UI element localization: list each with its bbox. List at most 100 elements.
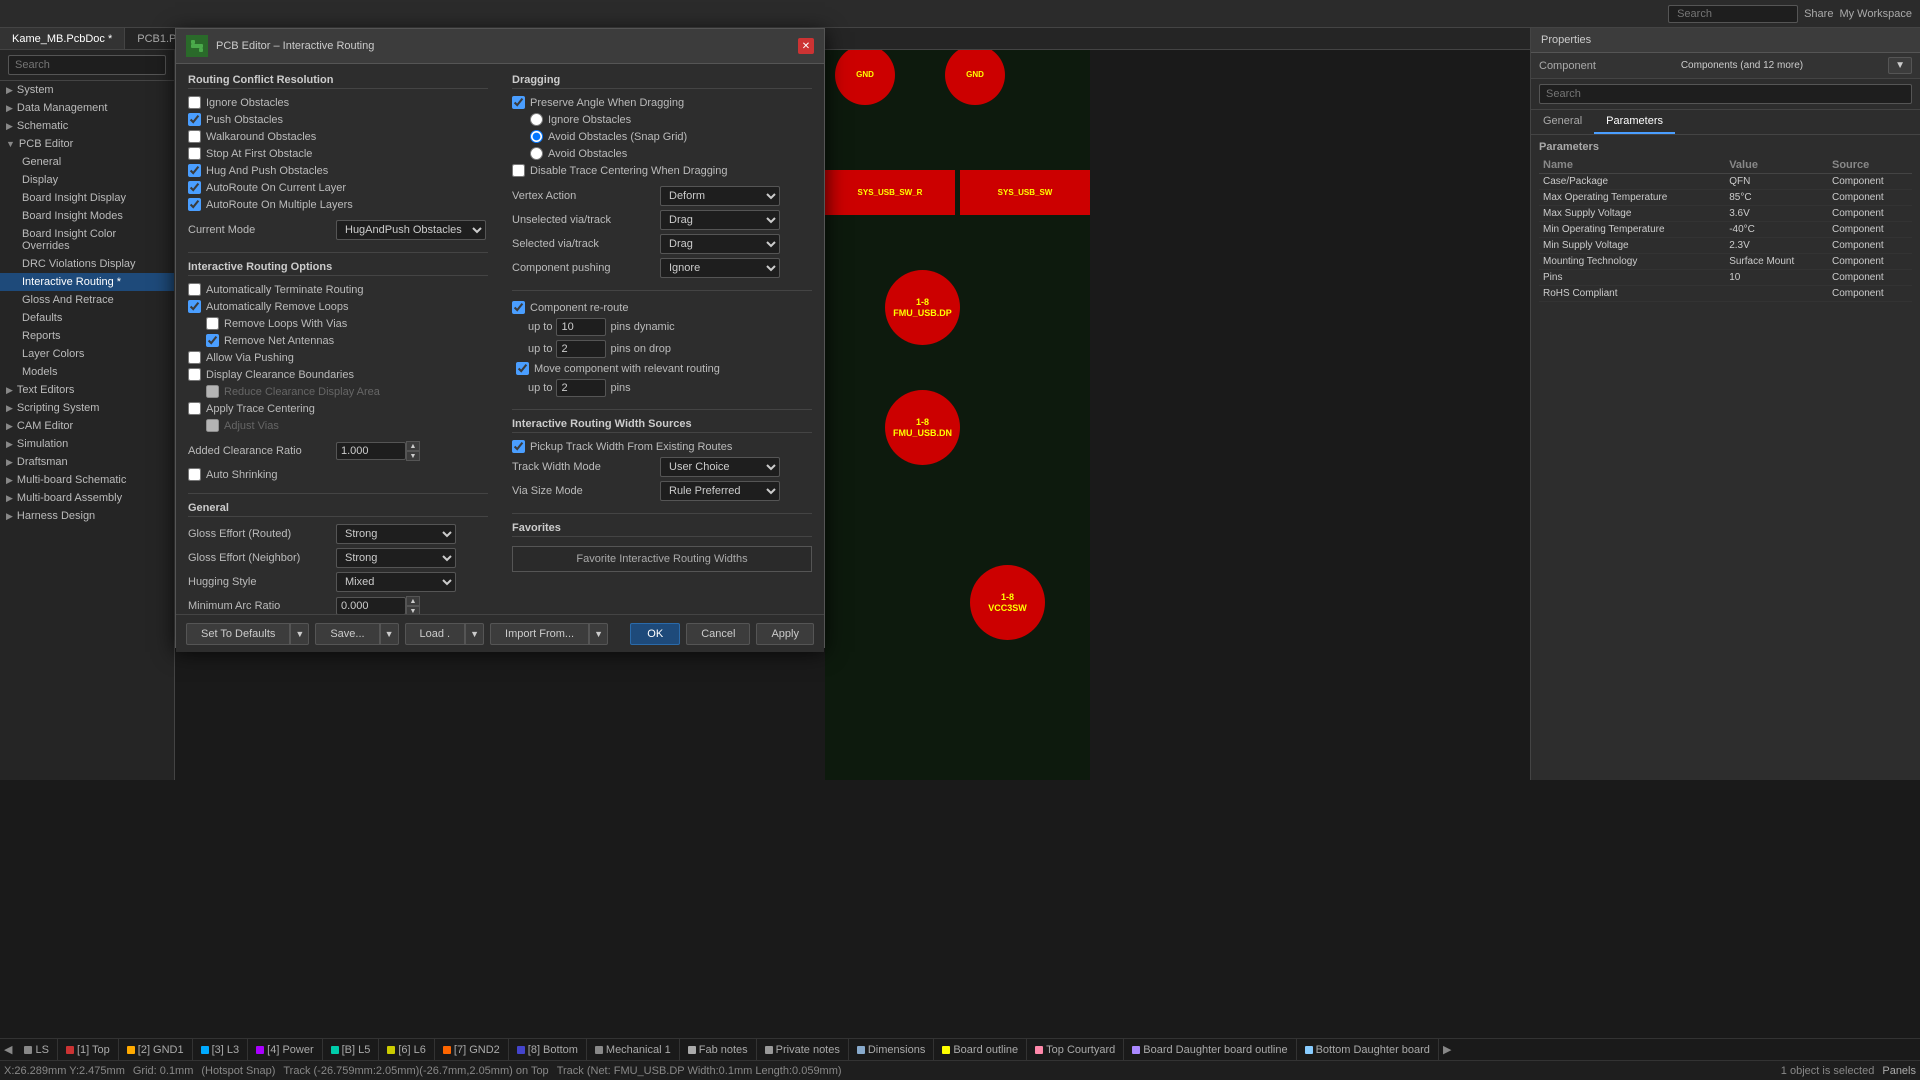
added-clearance-input[interactable]: 1.000	[336, 442, 406, 460]
checkbox-auto-shrinking[interactable]	[188, 468, 201, 481]
unselected-via-select[interactable]: Drag	[660, 210, 780, 230]
added-clearance-up[interactable]: ▲	[406, 441, 420, 451]
sidebar-item-schematic[interactable]: ▶ Schematic	[0, 117, 174, 135]
sidebar-item-interactive-routing[interactable]: Interactive Routing *	[0, 273, 174, 291]
checkbox-ignore-obstacles[interactable]	[188, 96, 201, 109]
layer-scroll-right[interactable]: ▶	[1439, 1043, 1455, 1056]
sidebar-item-display[interactable]: Display	[0, 171, 174, 189]
sidebar-item-defaults[interactable]: Defaults	[0, 309, 174, 327]
sidebar-item-cam-editor[interactable]: ▶ CAM Editor	[0, 417, 174, 435]
via-size-mode-select[interactable]: Rule Preferred	[660, 481, 780, 501]
hugging-style-select[interactable]: Mixed	[336, 572, 456, 592]
sidebar-item-data-mgmt[interactable]: ▶ Data Management	[0, 99, 174, 117]
sidebar-item-simulation[interactable]: ▶ Simulation	[0, 435, 174, 453]
layer-tab-[b]-l5[interactable]: [B] L5	[323, 1039, 380, 1060]
selected-via-select[interactable]: Drag	[660, 234, 780, 254]
min-arc-input[interactable]: 0.000	[336, 597, 406, 614]
sidebar-item-harness[interactable]: ▶ Harness Design	[0, 507, 174, 525]
checkbox-hug-push[interactable]	[188, 164, 201, 177]
sidebar-item-gloss-retrace[interactable]: Gloss And Retrace	[0, 291, 174, 309]
radio-drag-avoid[interactable]	[530, 147, 543, 160]
layer-scroll-left[interactable]: ◀	[0, 1043, 16, 1056]
layer-tab-bottom-daughter-board[interactable]: Bottom Daughter board	[1297, 1039, 1439, 1060]
ok-button[interactable]: OK	[630, 623, 680, 645]
set-defaults-button[interactable]: Set To Defaults	[186, 623, 290, 645]
checkbox-push-obstacles[interactable]	[188, 113, 201, 126]
sidebar-item-reports[interactable]: Reports	[0, 327, 174, 345]
layer-tab-[3]-l3[interactable]: [3] L3	[193, 1039, 249, 1060]
checkbox-component-reroute[interactable]	[512, 301, 525, 314]
layer-tab-[7]-gnd2[interactable]: [7] GND2	[435, 1039, 509, 1060]
radio-drag-ignore[interactable]	[530, 113, 543, 126]
sidebar-item-text-editors[interactable]: ▶ Text Editors	[0, 381, 174, 399]
checkbox-move-component[interactable]	[516, 362, 529, 375]
cancel-button[interactable]: Cancel	[686, 623, 750, 645]
checkbox-apply-trace[interactable]	[188, 402, 201, 415]
set-defaults-dropdown[interactable]: ▼	[290, 623, 309, 645]
tab-parameters[interactable]: Parameters	[1594, 110, 1675, 134]
sidebar-item-multiboard-asm[interactable]: ▶ Multi-board Assembly	[0, 489, 174, 507]
layer-tab-board-outline[interactable]: Board outline	[934, 1039, 1027, 1060]
save-dropdown[interactable]: ▼	[380, 623, 399, 645]
top-search-input[interactable]	[1668, 5, 1798, 23]
min-arc-down[interactable]: ▼	[406, 606, 420, 614]
checkbox-pickup-track[interactable]	[512, 440, 525, 453]
checkbox-remove-loops-vias[interactable]	[206, 317, 219, 330]
reroute-pins-1-input[interactable]	[556, 318, 606, 336]
checkbox-stop-first[interactable]	[188, 147, 201, 160]
properties-search-input[interactable]	[1539, 84, 1912, 104]
component-pushing-select[interactable]: Ignore	[660, 258, 780, 278]
sidebar-item-board-insight-display[interactable]: Board Insight Display	[0, 189, 174, 207]
radio-drag-avoid-snap[interactable]	[530, 130, 543, 143]
layer-tab-[8]-bottom[interactable]: [8] Bottom	[509, 1039, 587, 1060]
checkbox-auto-terminate[interactable]	[188, 283, 201, 296]
checkbox-autoroute-current[interactable]	[188, 181, 201, 194]
import-dropdown[interactable]: ▼	[589, 623, 608, 645]
sidebar-item-pcb-editor[interactable]: ▼ PCB Editor	[0, 135, 174, 153]
layer-tab-ls[interactable]: LS	[16, 1039, 57, 1060]
load-button[interactable]: Load .	[405, 623, 466, 645]
reroute-pins-3-input[interactable]	[556, 379, 606, 397]
sidebar-item-board-insight-modes[interactable]: Board Insight Modes	[0, 207, 174, 225]
layer-tab-[6]-l6[interactable]: [6] L6	[379, 1039, 435, 1060]
checkbox-remove-net-antennas[interactable]	[206, 334, 219, 347]
layer-tab-board-daughter-board-outline[interactable]: Board Daughter board outline	[1124, 1039, 1296, 1060]
layer-tab-top-courtyard[interactable]: Top Courtyard	[1027, 1039, 1124, 1060]
layer-tab-dimensions[interactable]: Dimensions	[849, 1039, 934, 1060]
save-button[interactable]: Save...	[315, 623, 379, 645]
layer-tab-mechanical-1[interactable]: Mechanical 1	[587, 1039, 680, 1060]
tab-kame[interactable]: Kame_MB.PcbDoc *	[0, 28, 125, 49]
sidebar-item-multiboard-sch[interactable]: ▶ Multi-board Schematic	[0, 471, 174, 489]
layer-tab-[2]-gnd1[interactable]: [2] GND1	[119, 1039, 193, 1060]
layer-tab-[1]-top[interactable]: [1] Top	[58, 1039, 119, 1060]
current-mode-select[interactable]: HugAndPush Obstacles	[336, 220, 486, 240]
checkbox-disable-trace-center[interactable]	[512, 164, 525, 177]
dialog-close-button[interactable]: ✕	[798, 38, 814, 54]
import-button[interactable]: Import From...	[490, 623, 589, 645]
checkbox-walkaround[interactable]	[188, 130, 201, 143]
sidebar-search-input[interactable]	[8, 55, 166, 75]
sidebar-item-models[interactable]: Models	[0, 363, 174, 381]
favorites-button[interactable]: Favorite Interactive Routing Widths	[512, 546, 812, 572]
checkbox-autoroute-multiple[interactable]	[188, 198, 201, 211]
tab-general[interactable]: General	[1531, 110, 1594, 134]
apply-button[interactable]: Apply	[756, 623, 814, 645]
layer-tab-[4]-power[interactable]: [4] Power	[248, 1039, 322, 1060]
sidebar-item-scripting[interactable]: ▶ Scripting System	[0, 399, 174, 417]
layer-tab-fab-notes[interactable]: Fab notes	[680, 1039, 757, 1060]
sidebar-item-layer-colors[interactable]: Layer Colors	[0, 345, 174, 363]
checkbox-display-clearance[interactable]	[188, 368, 201, 381]
sidebar-item-draftsman[interactable]: ▶ Draftsman	[0, 453, 174, 471]
checkbox-preserve-angle[interactable]	[512, 96, 525, 109]
gloss-routed-select[interactable]: Strong	[336, 524, 456, 544]
checkbox-auto-remove-loops[interactable]	[188, 300, 201, 313]
sidebar-item-system[interactable]: ▶ System	[0, 81, 174, 99]
sidebar-item-general[interactable]: General	[0, 153, 174, 171]
load-dropdown[interactable]: ▼	[465, 623, 484, 645]
reroute-pins-2-input[interactable]	[556, 340, 606, 358]
sidebar-item-drc-violations[interactable]: DRC Violations Display	[0, 255, 174, 273]
min-arc-up[interactable]: ▲	[406, 596, 420, 606]
sidebar-item-board-insight-color[interactable]: Board Insight Color Overrides	[0, 225, 174, 255]
gloss-neighbor-select[interactable]: Strong	[336, 548, 456, 568]
share-btn[interactable]: Share	[1804, 8, 1833, 20]
